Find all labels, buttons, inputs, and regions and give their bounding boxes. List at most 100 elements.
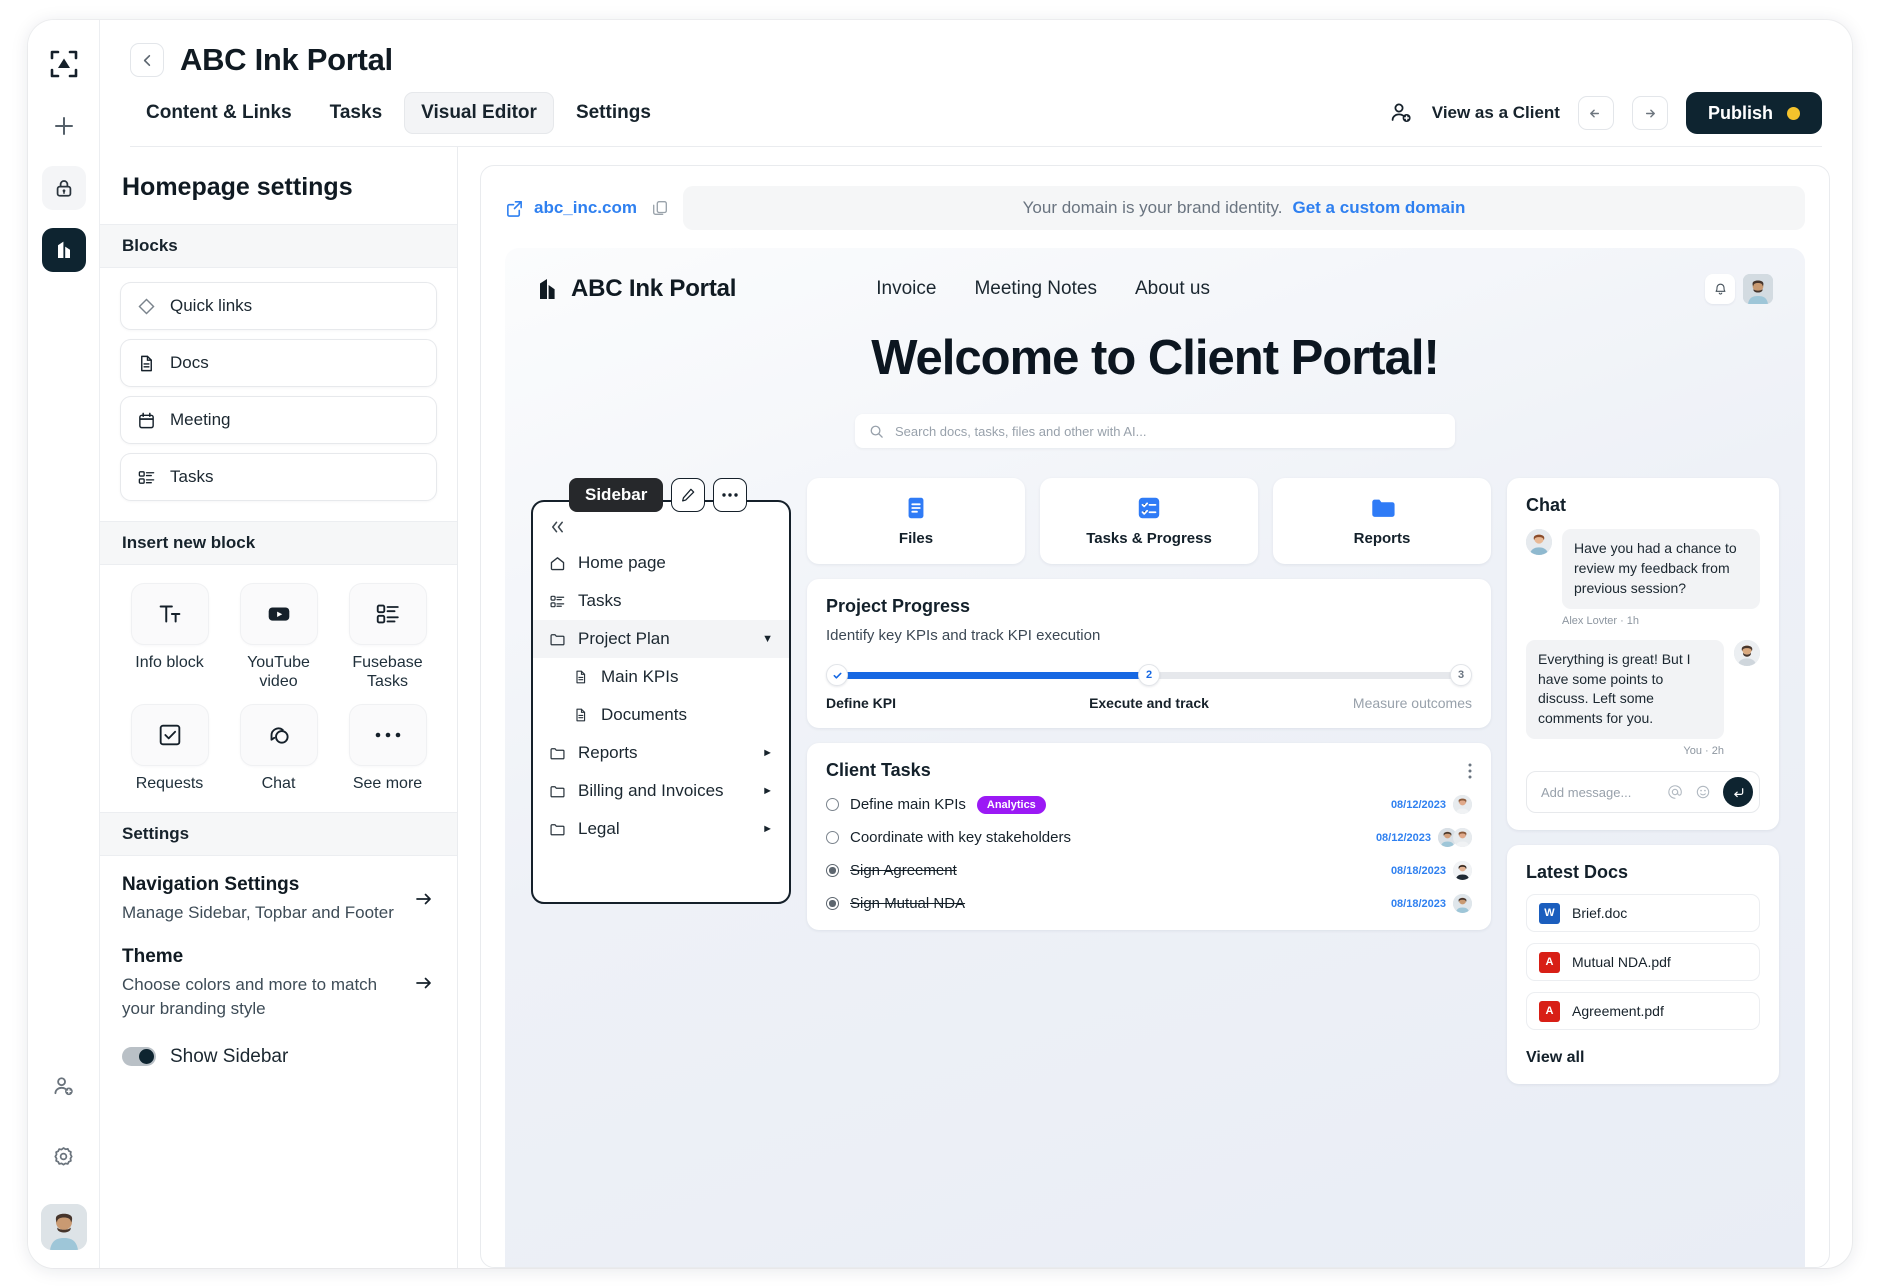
- chevron-right-icon[interactable]: ►: [762, 823, 773, 835]
- block-item-quick-links[interactable]: Quick links: [120, 282, 437, 330]
- ellipsis-icon: [348, 703, 427, 766]
- file-lines-icon: [903, 495, 929, 521]
- sidebar-item-home-page[interactable]: Home page: [533, 544, 789, 582]
- task-status-radio[interactable]: [826, 831, 839, 844]
- tab-settings[interactable]: Settings: [560, 93, 667, 133]
- undo-button[interactable]: [1577, 96, 1614, 130]
- project-progress-subtitle: Identify key KPIs and track KPI executio…: [826, 627, 1101, 644]
- redo-button[interactable]: [1631, 96, 1668, 130]
- insert-label: Fusebase Tasks: [352, 654, 423, 690]
- checkbox-icon: [130, 703, 209, 766]
- chat-message-meta: You · 2h: [1683, 745, 1724, 758]
- step-label-3: Measure outcomes: [1352, 695, 1472, 711]
- pencil-icon[interactable]: [671, 478, 706, 512]
- table-row[interactable]: Define main KPIs Analytics 08/12/2023: [826, 795, 1472, 814]
- insert-requests[interactable]: Requests: [120, 703, 219, 794]
- get-custom-domain-link[interactable]: Get a custom domain: [1293, 198, 1466, 218]
- bell-icon[interactable]: [1705, 274, 1735, 304]
- chevron-right-icon[interactable]: ►: [762, 785, 773, 797]
- list-item[interactable]: W Brief.doc: [1526, 894, 1760, 933]
- block-item-tasks[interactable]: Tasks: [120, 453, 437, 501]
- invite-user-button[interactable]: [42, 1064, 86, 1108]
- tab-visual-editor[interactable]: Visual Editor: [404, 92, 554, 134]
- quick-card-reports[interactable]: Reports: [1273, 478, 1491, 564]
- sidebar-item-tasks[interactable]: Tasks: [533, 582, 789, 620]
- task-status-radio[interactable]: [826, 897, 839, 910]
- portal-user-avatar[interactable]: [1743, 274, 1773, 304]
- block-item-docs[interactable]: Docs: [120, 339, 437, 387]
- publish-button[interactable]: Publish: [1685, 92, 1822, 134]
- navigation-settings-row[interactable]: Navigation Settings Manage Sidebar, Topb…: [100, 856, 457, 928]
- sidebar-item-documents[interactable]: Documents: [533, 696, 789, 734]
- step-node-3[interactable]: 3: [1450, 664, 1472, 686]
- sidebar-item-reports[interactable]: Reports ►: [533, 734, 789, 772]
- quick-card-tasks-progress[interactable]: Tasks & Progress: [1040, 478, 1258, 564]
- pdf-file-icon: A: [1539, 1000, 1560, 1022]
- task-date: 08/12/2023: [1390, 798, 1446, 811]
- portal-link-meeting-notes[interactable]: Meeting Notes: [974, 278, 1097, 300]
- copy-icon[interactable]: [651, 199, 669, 217]
- insert-chat[interactable]: Chat: [229, 703, 328, 794]
- portals-button[interactable]: [41, 228, 86, 272]
- chat-message-input[interactable]: Add message...: [1526, 771, 1760, 814]
- list-item[interactable]: A Agreement.pdf: [1526, 992, 1760, 1031]
- task-status-radio[interactable]: [826, 864, 839, 877]
- sidebar-item-legal[interactable]: Legal ►: [533, 810, 789, 848]
- insert-see-more[interactable]: See more: [338, 703, 437, 794]
- tab-content-links[interactable]: Content & Links: [130, 93, 308, 133]
- view-all-link[interactable]: View all: [1526, 1049, 1760, 1067]
- send-enter-icon[interactable]: [1723, 777, 1753, 808]
- theme-settings-row[interactable]: Theme Choose colors and more to match yo…: [100, 928, 457, 1024]
- ellipsis-icon[interactable]: [713, 478, 748, 512]
- list-item[interactable]: A Mutual NDA.pdf: [1526, 943, 1760, 982]
- invite-user-icon[interactable]: [1388, 100, 1414, 126]
- sidebar-item-billing-and-invoices[interactable]: Billing and Invoices ►: [533, 772, 789, 810]
- portal-link-invoice[interactable]: Invoice: [876, 278, 936, 300]
- chevron-down-icon[interactable]: ▼: [762, 633, 773, 645]
- task-name: Define main KPIs: [850, 796, 966, 813]
- search-input[interactable]: Search docs, tasks, files and other with…: [855, 414, 1455, 448]
- domain-link[interactable]: abc_inc.com: [505, 198, 637, 218]
- portal-sidebar-widget[interactable]: Home page Tasks Project Plan ▼ Main KPIs…: [531, 500, 791, 904]
- tab-tasks[interactable]: Tasks: [314, 93, 398, 133]
- quick-card-files[interactable]: Files: [807, 478, 1025, 564]
- app-window: ABC Ink Portal Content & Links Tasks Vis…: [28, 20, 1852, 1268]
- view-as-client-button[interactable]: View as a Client: [1432, 103, 1560, 123]
- add-button[interactable]: [42, 104, 86, 148]
- title-row: ABC Ink Portal: [130, 42, 1822, 78]
- insert-youtube-video[interactable]: YouTube video: [229, 583, 328, 692]
- step-node-1[interactable]: [826, 664, 848, 686]
- table-row[interactable]: Sign Mutual NDA 08/18/2023: [826, 894, 1472, 913]
- emoji-icon[interactable]: [1695, 784, 1711, 800]
- at-icon[interactable]: [1667, 784, 1683, 800]
- task-list-icon: [549, 593, 566, 610]
- settings-button[interactable]: [42, 1134, 86, 1178]
- chevron-right-icon[interactable]: ►: [762, 747, 773, 759]
- insert-label: YouTube video: [247, 654, 310, 690]
- sidebar-item-main-kpis[interactable]: Main KPIs: [533, 658, 789, 696]
- lock-button[interactable]: [41, 166, 86, 210]
- block-item-meeting[interactable]: Meeting: [120, 396, 437, 444]
- page-title: ABC Ink Portal: [180, 42, 393, 77]
- insert-info-block[interactable]: Info block: [120, 583, 219, 692]
- show-sidebar-toggle[interactable]: [122, 1047, 156, 1067]
- sidebar-item-project-plan[interactable]: Project Plan ▼: [533, 620, 789, 658]
- back-button[interactable]: [130, 43, 164, 77]
- folder-icon: [549, 783, 566, 800]
- table-row[interactable]: Coordinate with key stakeholders 08/12/2…: [826, 828, 1472, 847]
- kebab-menu-icon[interactable]: [1468, 763, 1472, 779]
- chat-message-text: Have you had a chance to review my feedb…: [1562, 529, 1760, 609]
- portal-main-column: Files Tasks & Progress Reports Project P…: [807, 478, 1491, 930]
- chevrons-left-icon[interactable]: [533, 516, 789, 544]
- hero-title: Welcome to Client Portal!: [871, 331, 1440, 385]
- portal-link-about-us[interactable]: About us: [1135, 278, 1210, 300]
- table-row[interactable]: Sign Agreement 08/18/2023: [826, 861, 1472, 880]
- task-status-radio[interactable]: [826, 798, 839, 811]
- step-node-2[interactable]: 2: [1138, 664, 1161, 686]
- insert-fusebase-tasks[interactable]: Fusebase Tasks: [338, 583, 437, 692]
- show-sidebar-row[interactable]: Show Sidebar: [100, 1024, 457, 1088]
- app-logo-icon[interactable]: [42, 42, 86, 86]
- avatar[interactable]: [40, 1204, 87, 1250]
- avatar: [1453, 795, 1472, 814]
- portal-brand-name: ABC Ink Portal: [571, 275, 737, 302]
